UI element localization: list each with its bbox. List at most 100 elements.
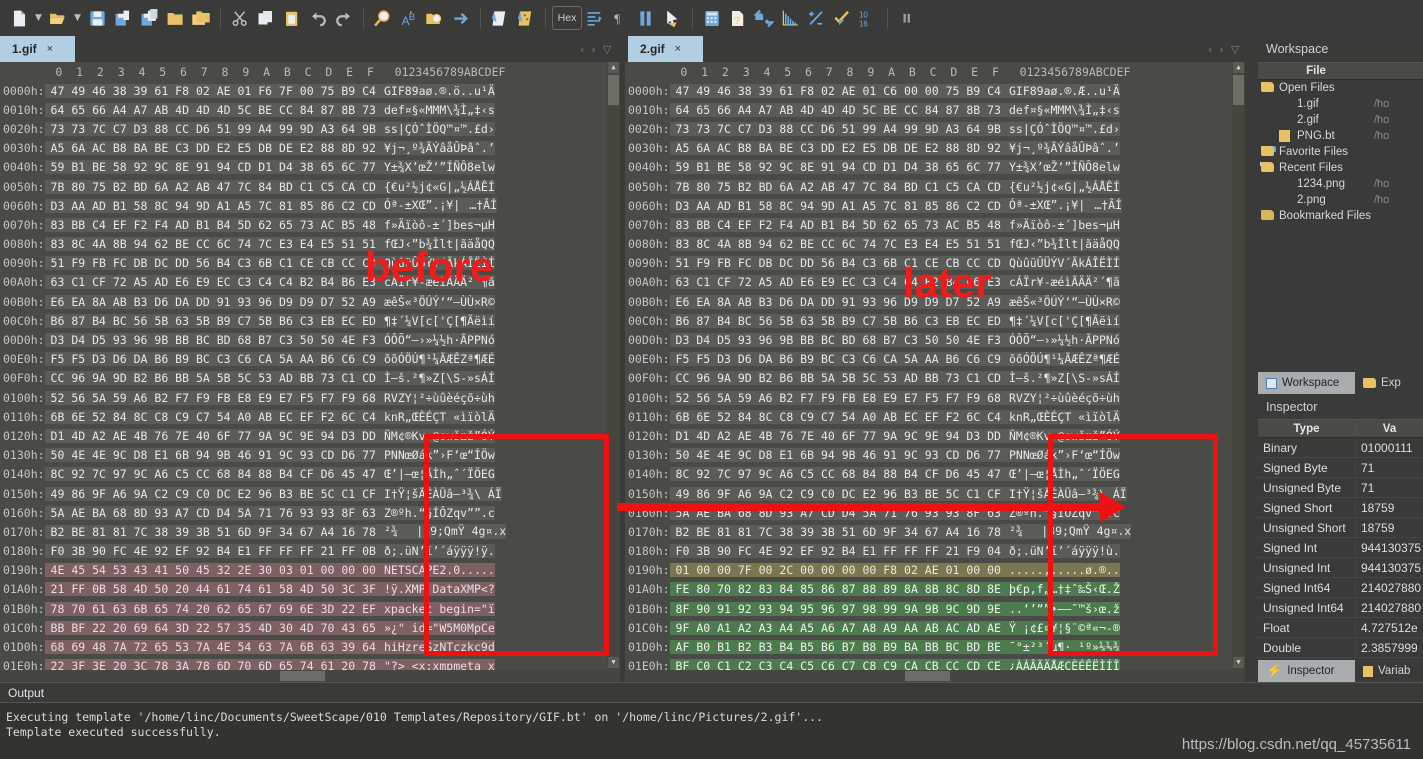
hex-row-bytes[interactable]: D3 D4 D5 93 96 9B BB BC BD 68 B7 C3 50 5… bbox=[669, 333, 1001, 348]
hex-row-ascii[interactable]: ð;.üN’ï’´áÿÿÿ!ù. bbox=[1000, 544, 1120, 559]
hex-row-bytes[interactable]: D1 4D A2 AE 4B 76 7E 40 6F 77 9A 9C 9E 9… bbox=[669, 428, 1001, 443]
hex-row[interactable]: 00F0h: CC 96 9A 9D B2 B6 BB 5A 5B 5C 53 A… bbox=[625, 369, 1245, 388]
hex-row-ascii[interactable]: hiHzreSzNTczkc9d bbox=[375, 640, 495, 655]
hex-row[interactable]: 00F0h: CC 96 9A 9D B2 B6 BB 5A 5B 5C 53 A… bbox=[0, 369, 620, 388]
sidebar-tab-explorer[interactable]: Exp bbox=[1355, 372, 1423, 394]
hex-row-bytes[interactable]: 5A AE BA 68 8D 93 A7 CD D4 5A 71 76 93 9… bbox=[44, 505, 376, 520]
hex-row[interactable]: 0010h: 64 65 66 A4 A7 AB 4D 4D 4D 5C BE C… bbox=[0, 100, 620, 119]
hex-row[interactable]: 0080h: 83 8C 4A 8B 94 62 BE CC 6C 74 7C E… bbox=[0, 235, 620, 254]
inspector-row[interactable]: Binary 01000111 bbox=[1258, 438, 1423, 458]
hex-row[interactable]: 00B0h: E6 EA 8A AB B3 D6 DA DD 91 93 96 D… bbox=[0, 292, 620, 311]
hex-row[interactable]: 01B0h: 78 70 61 63 6B 65 74 20 62 65 67 6… bbox=[0, 599, 620, 618]
replace-icon[interactable]: AB bbox=[396, 3, 422, 33]
hex-row-bytes[interactable]: 49 86 9F A6 9A C2 C9 C0 DC E2 96 B3 BE 5… bbox=[669, 486, 1001, 501]
hex-row-bytes[interactable]: D3 AA AD B1 58 8C 94 9D A1 A5 7C 81 85 8… bbox=[44, 198, 376, 213]
inspector-value-list[interactable]: Binary 01000111 Signed Byte 71 Unsigned Byte… bbox=[1258, 438, 1423, 678]
hex-row-bytes[interactable]: B2 BE 81 81 7C 38 39 3B 51 6D 9F 34 67 A… bbox=[44, 524, 376, 539]
hex-row-ascii[interactable]: ð;.üN’ï’´áÿÿÿ!ÿ. bbox=[375, 544, 495, 559]
workspace-list-item[interactable]: 1.gif/ho bbox=[1258, 96, 1423, 112]
hex-row-bytes[interactable]: 47 49 46 38 39 61 F8 02 AE 01 F6 7F 00 7… bbox=[44, 83, 376, 98]
inspector-row[interactable]: Unsigned Short 18759 bbox=[1258, 518, 1423, 538]
hex-row-ascii[interactable]: Ì–š.²¶»Z[\S-»sÁÍ bbox=[375, 371, 495, 386]
hex-row[interactable]: 0010h: 64 65 66 A4 A7 AB 4D 4D 4D 5C BE C… bbox=[625, 100, 1245, 119]
hex-row[interactable]: 0040h: 59 B1 BE 58 92 9C 8E 91 94 CD D1 D… bbox=[0, 158, 620, 177]
run-script-icon[interactable] bbox=[487, 3, 513, 33]
hex-row-bytes[interactable]: BB BF 22 20 69 64 3D 22 57 35 4D 30 4D 7… bbox=[44, 620, 376, 635]
hex-row-bytes[interactable]: 59 B1 BE 58 92 9C 8E 91 94 CD D1 D4 38 6… bbox=[44, 160, 376, 175]
hex-row[interactable]: 01B0h: 8F 90 91 92 93 94 95 96 97 98 99 9… bbox=[625, 599, 1245, 618]
hex-row-bytes[interactable]: 64 65 66 A4 A7 AB 4D 4D 4D 5C BE CC 84 8… bbox=[669, 102, 1001, 117]
hex-row[interactable]: 0070h: 83 BB C4 EF F2 F4 AD B1 B4 5D 62 6… bbox=[0, 215, 620, 234]
hex-row-bytes[interactable]: 6B 6E 52 84 8C C8 C9 C7 54 A0 AB EC EF F… bbox=[669, 409, 1001, 424]
pause-icon[interactable] bbox=[894, 3, 920, 33]
hex-row-ascii[interactable]: knR„ŒÈÉÇT «ìïòlÄ bbox=[1000, 409, 1120, 424]
hex-row-bytes[interactable]: 83 8C 4A 8B 94 62 BE CC 6C 74 7C E3 E4 E… bbox=[44, 237, 376, 252]
hex-row-ascii[interactable]: cÁÏr¥-æéìÃÄÄ²´¶ã bbox=[1000, 275, 1120, 290]
hex-row-bytes[interactable]: 8C 92 7C 97 9C A6 C5 CC 68 84 88 B4 CF D… bbox=[44, 467, 376, 482]
hex-row-ascii[interactable]: QùûüÛÜÝV´ÃkÁÎËÌÍ bbox=[1000, 256, 1120, 271]
hex-row-ascii[interactable]: def¤§«MMM\¾Ì„‡‹s bbox=[1000, 102, 1120, 117]
hex-row[interactable]: 0140h: 8C 92 7C 97 9C A6 C5 CC 68 84 88 B… bbox=[0, 465, 620, 484]
hex-row[interactable]: 0000h: 47 49 46 38 39 61 F8 02 AE 01 C6 0… bbox=[625, 81, 1245, 100]
hex-row[interactable]: 0000h: 47 49 46 38 39 61 F8 02 AE 01 F6 7… bbox=[0, 81, 620, 100]
hex-row-ascii[interactable]: Óª-±XŒ”.¡¥|…†ÂÍ bbox=[375, 198, 498, 214]
hex-row-bytes[interactable]: F5 F5 D3 D6 DA B6 B9 BC C3 C6 CA 5A AA B… bbox=[44, 352, 376, 367]
hex-row-bytes[interactable]: 8F 90 91 92 93 94 95 96 97 98 99 9A 9B 9… bbox=[669, 601, 1001, 616]
hex-row-ascii[interactable]: ..‘’“”•–—˜™š›œ.ž bbox=[1000, 601, 1120, 616]
hex-row-ascii[interactable]: cÁÏr¥-æéìÃÄÄ²´¶ã bbox=[375, 275, 495, 290]
document-tab-bar[interactable]: 1.gif × ‹ › ▽ 2.gif × ‹ › ▽ bbox=[0, 36, 1423, 62]
hex-vscroll-thumb-right[interactable] bbox=[1233, 75, 1244, 105]
hex-row-ascii[interactable]: ¥j¬¸º¾ÃÝâåÛÞâˆ.’ bbox=[1000, 141, 1120, 156]
hex-row[interactable]: 0110h: 6B 6E 52 84 8C C8 C9 C7 54 A0 AB E… bbox=[625, 407, 1245, 426]
histogram-icon[interactable] bbox=[777, 3, 803, 33]
tab-next-icon-right[interactable]: › bbox=[1219, 43, 1223, 56]
hex-row-bytes[interactable]: F0 3B 90 FC 4E 92 EF 92 B4 E1 FF FF FF 2… bbox=[44, 544, 376, 559]
hex-pane-left[interactable]: 0 1 2 3 4 5 6 7 8 9 A B C D E F 01234567… bbox=[0, 62, 620, 682]
find-in-files-icon[interactable] bbox=[422, 3, 448, 33]
hex-row[interactable]: 01A0h: 21 FF 0B 58 4D 50 20 44 61 74 61 5… bbox=[0, 580, 620, 599]
tab-nav-controls-right[interactable]: ‹ › ▽ bbox=[1208, 36, 1239, 62]
hex-row-bytes[interactable]: 64 65 66 A4 A7 AB 4D 4D 4D 5C BE CC 84 8… bbox=[44, 102, 376, 117]
save-as-icon[interactable] bbox=[110, 3, 136, 33]
hex-row-ascii[interactable]: {€u²½j¢«G|„½ÁÅÊÍ bbox=[375, 179, 495, 194]
hex-row-ascii[interactable]: Y±¾X’œŽ‘”ÍÑÔ8elw bbox=[1000, 160, 1120, 175]
workspace-list-item[interactable]: 2.png/ho bbox=[1258, 192, 1423, 208]
hex-row-ascii[interactable]: ss|ÇÓˆÌÖQ™¤™.£d› bbox=[1000, 121, 1120, 136]
hex-row-ascii[interactable]: xpacket begin="ï bbox=[375, 601, 495, 616]
hex-row-ascii[interactable]: GIF89aø.®.ö..u¹Ä bbox=[375, 83, 495, 98]
hex-row-ascii[interactable]: õõÓÖÚ¶¹¼ÃÆÊZª¶ÆÉ bbox=[1000, 352, 1120, 367]
hex-vscroll-thumb-left[interactable] bbox=[608, 75, 619, 105]
hex-row[interactable]: 00A0h: 63 C1 CF 72 A5 AD E6 E9 EC C3 C4 C… bbox=[0, 273, 620, 292]
open-all-folder-icon[interactable] bbox=[188, 3, 214, 33]
workspace-list-item[interactable]: Recent Files bbox=[1258, 160, 1423, 176]
workspace-list-item[interactable]: Open Files bbox=[1258, 80, 1423, 96]
hex-row-ascii[interactable]: ²¾|89;QmŸ 4g¤.x bbox=[375, 524, 507, 540]
inspector-panel[interactable]: Inspector Type Va Binary 01000111 Signed B… bbox=[1258, 396, 1423, 678]
hex-vscrollbar-right[interactable]: ▲ ▼ bbox=[1232, 62, 1245, 682]
hex-row-ascii[interactable]: NETSCAPE2.0..... bbox=[375, 563, 495, 578]
hex-row[interactable]: 0090h: 51 F9 FB FC DB DC DD 56 B4 C3 6B C… bbox=[625, 254, 1245, 273]
hex-row-ascii[interactable]: Óª-±XŒ”.¡¥|…†ÂÍ bbox=[1000, 198, 1123, 214]
open-file-icon[interactable] bbox=[45, 3, 71, 33]
hex-row[interactable]: 0170h: B2 BE 81 81 7C 38 39 3B 51 6D 9F 3… bbox=[0, 522, 620, 541]
hex-rows-right[interactable]: 0000h: 47 49 46 38 39 61 F8 02 AE 01 C6 0… bbox=[625, 81, 1245, 682]
open-folder-icon[interactable] bbox=[162, 3, 188, 33]
inspector-tab-strip[interactable]: ⚡ Inspector Variab bbox=[1258, 660, 1423, 682]
bottom-tab-variables[interactable]: Variab bbox=[1355, 660, 1423, 682]
new-file-icon[interactable] bbox=[6, 3, 32, 33]
new-file-dropdown-caret[interactable]: ▼ bbox=[32, 3, 45, 33]
hex-row-bytes[interactable]: 52 56 5A 59 A6 B2 F7 F9 FB E8 E9 E7 F5 F… bbox=[44, 390, 376, 405]
hex-row[interactable]: 0070h: 83 BB C4 EF F2 F4 AD B1 B4 5D 62 6… bbox=[625, 215, 1245, 234]
hex-row[interactable]: 00C0h: B6 87 B4 BC 56 5B 63 5B B9 C7 5B B… bbox=[625, 311, 1245, 330]
hex-row[interactable]: 01C0h: BB BF 22 20 69 64 3D 22 57 35 4D 3… bbox=[0, 618, 620, 637]
hex-row[interactable]: 00D0h: D3 D4 D5 93 96 9B BB BC BD 68 B7 C… bbox=[625, 330, 1245, 349]
find-icon[interactable] bbox=[370, 3, 396, 33]
hex-row[interactable]: 0100h: 52 56 5A 59 A6 B2 F7 F9 FB E8 E9 E… bbox=[0, 388, 620, 407]
hex-row[interactable]: 0150h: 49 86 9F A6 9A C2 C9 C0 DC E2 96 B… bbox=[0, 484, 620, 503]
hex-row-ascii[interactable]: fŒJ‹”b¾Ìlt|ãäåQQ bbox=[375, 237, 495, 252]
save-all-icon[interactable] bbox=[136, 3, 162, 33]
hex-row-bytes[interactable]: 47 49 46 38 39 61 F8 02 AE 01 C6 00 00 7… bbox=[669, 83, 1001, 98]
hex-row-bytes[interactable]: B6 87 B4 BC 56 5B 63 5B B9 C7 5B B6 C3 E… bbox=[669, 313, 1001, 328]
hex-row[interactable]: 0040h: 59 B1 BE 58 92 9C 8E 91 94 CD D1 D… bbox=[625, 158, 1245, 177]
hex-row-ascii[interactable]: Œ’|—œ¦ÅÌh„ˆ´ÏÖEG bbox=[1000, 467, 1120, 482]
